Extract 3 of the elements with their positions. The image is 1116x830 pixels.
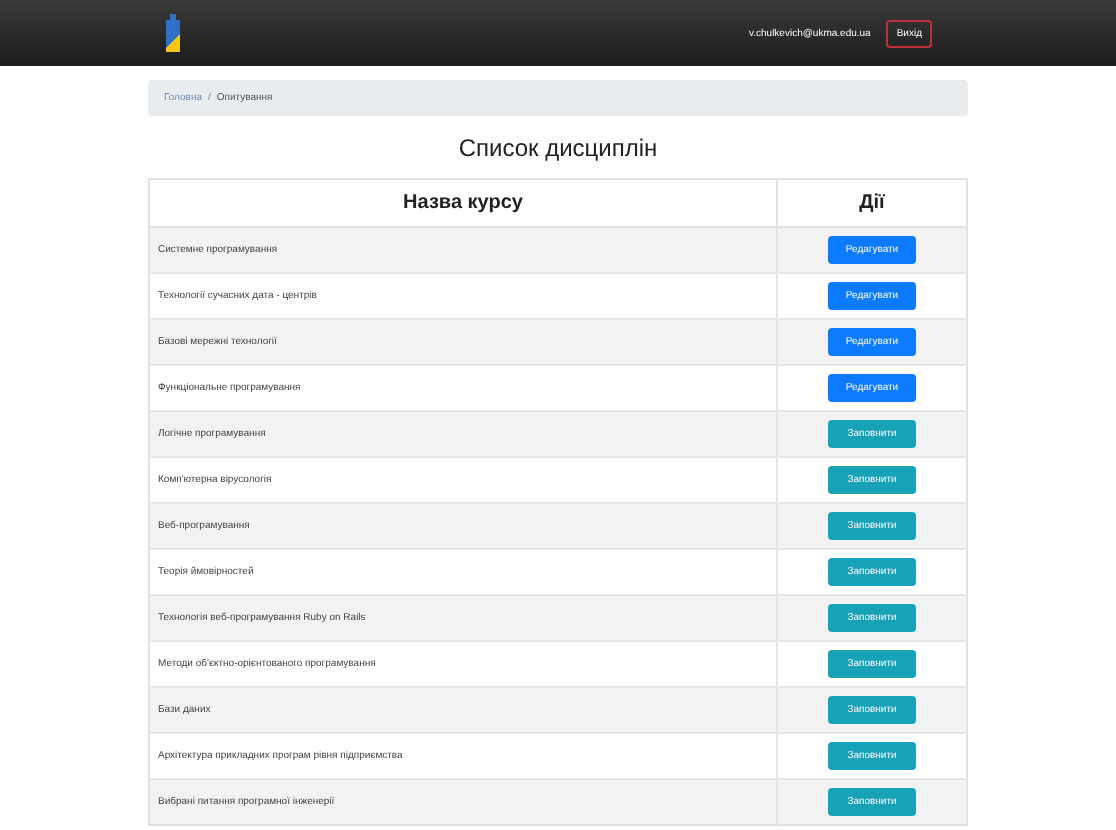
logo-icon (164, 13, 182, 53)
column-header: Назва курсу (149, 179, 777, 227)
page-title: Список дисциплін (456, 134, 660, 162)
